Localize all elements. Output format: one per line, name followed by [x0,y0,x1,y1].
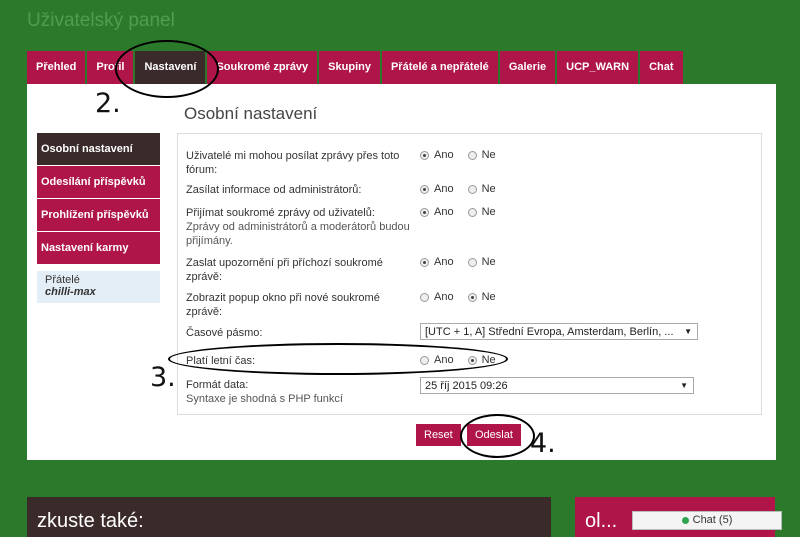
friends-box: Přátelé chilli-max [37,271,160,303]
radio-yes-label: Ano [434,256,454,268]
bottom-dark-panel: zkuste také: [27,497,551,537]
radio-yes[interactable] [420,292,429,302]
radio-yes-label: Ano [434,183,454,195]
radio-no-label: Ne [481,206,496,218]
setting-label: Zasílat informace od administrátorů: [186,184,362,196]
date-format-value: 25 říj 2015 09:26 [425,380,508,392]
radio-yes-label: Ano [434,291,454,303]
annotation-number: 4. [530,428,556,459]
setting-label: Uživatelé mi mohou posílat zprávy přes t… [186,150,400,176]
radio-no[interactable] [467,257,477,267]
date-format-label: Formát data: Syntaxe je shodná s PHP fun… [186,378,411,406]
timezone-select[interactable]: [UTC + 1, A] Střední Evropa, Amsterdam, … [420,323,698,340]
setting-description: Zprávy od administrátorů a moderátorů bu… [186,221,410,247]
friends-label: Přátelé [45,274,80,286]
sidenav-item-prohlizeni[interactable]: Prohlížení příspěvků [37,199,160,232]
annotation-number: 2. [95,88,121,119]
timezone-label: Časové pásmo: [186,327,263,339]
radio-yes[interactable] [420,257,429,267]
tab-pratele[interactable]: Přátelé a nepřátelé [381,51,498,84]
radio-yes-label: Ano [434,206,454,218]
section-title: Osobní nastavení [184,104,318,123]
tab-galerie[interactable]: Galerie [499,51,556,84]
friend-link[interactable]: chilli-max [45,286,152,298]
setting-label: Zobrazit popup okno při nové soukromé zp… [186,292,380,318]
radio-no-label: Ne [481,256,496,268]
annotation-number: 3. [150,362,176,393]
tab-ucp-warn[interactable]: UCP_WARN [557,51,639,84]
radio-no[interactable] [467,184,477,194]
annotation-ring [115,40,219,98]
radio-no-label: Ne [481,149,496,161]
setting-label: Přijímat soukromé zprávy od uživatelů: Z… [186,206,411,248]
chat-bar[interactable]: Chat (5) [632,511,782,530]
radio-no-label: Ne [481,183,496,195]
sidenav-item-osobni[interactable]: Osobní nastavení [37,133,160,166]
radio-no[interactable] [467,207,477,217]
annotation-ring [168,343,508,375]
timezone-value: [UTC + 1, A] Střední Evropa, Amsterdam, … [425,326,674,338]
reset-button[interactable]: Reset [416,424,461,446]
radio-yes[interactable] [420,150,429,160]
sidenav-item-odesilani[interactable]: Odesílání příspěvků [37,166,160,199]
date-format-label-text: Formát data: [186,379,249,391]
content-panel: Osobní nastavení Osobní nastavení Odesíl… [27,84,776,460]
radio-yes[interactable] [420,207,429,217]
radio-no[interactable] [467,292,477,302]
date-format-description: Syntaxe je shodná s PHP funkcí [186,393,343,405]
sidenav: Osobní nastavení Odesílání příspěvků Pro… [37,133,160,303]
radio-yes-label: Ano [434,149,454,161]
setting-label: Zaslat upozornění při příchozí soukromé … [186,257,383,283]
date-format-select[interactable]: 25 říj 2015 09:26 ▼ [420,377,694,394]
radio-no-label: Ne [481,291,496,303]
chat-label: Chat (5) [692,514,733,526]
tab-chat[interactable]: Chat [640,51,683,84]
tab-soukrome-zpravy[interactable]: Soukromé zprávy [207,51,318,84]
tab-prehled[interactable]: Přehled [27,51,86,84]
dropdown-arrow-icon: ▼ [684,327,692,336]
tab-skupiny[interactable]: Skupiny [319,51,380,84]
annotation-ring [460,414,535,458]
chat-user-icon [681,516,689,524]
page-title: Uživatelský panel [27,10,175,31]
setting-label-text: Přijímat soukromé zprávy od uživatelů: [186,207,375,219]
sidenav-item-karma[interactable]: Nastavení karmy [37,232,160,265]
dropdown-arrow-icon: ▼ [680,381,688,390]
radio-yes[interactable] [420,184,429,194]
radio-no[interactable] [467,150,477,160]
